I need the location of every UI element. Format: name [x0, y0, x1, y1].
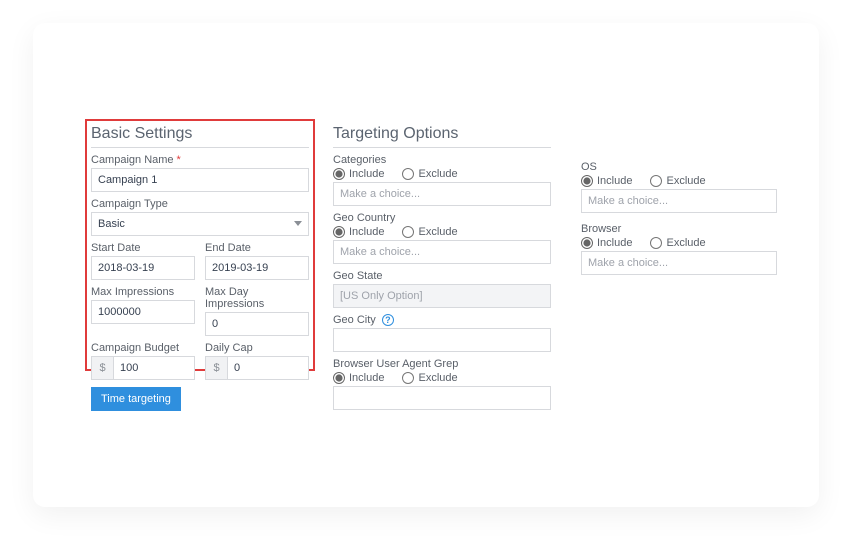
browser-ua-exclude-radio[interactable]: Exclude	[402, 372, 457, 384]
browser-label: Browser	[581, 223, 777, 235]
campaign-type-select[interactable]: Basic	[91, 212, 309, 236]
os-mode-radio-group: Include Exclude	[581, 175, 777, 187]
campaign-budget-input[interactable]	[113, 356, 195, 380]
campaign-budget-label: Campaign Budget	[91, 342, 195, 354]
geo-country-label: Geo Country	[333, 212, 551, 224]
browser-include-radio[interactable]: Include	[581, 237, 632, 249]
categories-mode-radio-group: Include Exclude	[333, 168, 551, 180]
targeting-options-section: Targeting Options Categories Include Exc…	[333, 123, 551, 410]
max-day-impressions-input[interactable]	[205, 312, 309, 336]
geo-city-label: Geo City ?	[333, 314, 551, 326]
os-input[interactable]: Make a choice...	[581, 189, 777, 213]
max-day-impressions-label: Max Day Impressions	[205, 286, 309, 310]
browser-mode-radio-group: Include Exclude	[581, 237, 777, 249]
browser-exclude-radio[interactable]: Exclude	[650, 237, 705, 249]
right-column: OS Include Exclude Make a choice... Brow…	[581, 155, 777, 275]
os-label: OS	[581, 161, 777, 173]
end-date-input[interactable]	[205, 256, 309, 280]
categories-exclude-radio[interactable]: Exclude	[402, 168, 457, 180]
os-include-radio[interactable]: Include	[581, 175, 632, 187]
browser-ua-mode-radio-group: Include Exclude	[333, 372, 551, 384]
currency-prefix: $	[91, 356, 113, 380]
browser-input[interactable]: Make a choice...	[581, 251, 777, 275]
campaign-type-label: Campaign Type	[91, 198, 309, 210]
browser-ua-input[interactable]	[333, 386, 551, 410]
campaign-name-input[interactable]	[91, 168, 309, 192]
basic-settings-title: Basic Settings	[91, 123, 309, 148]
campaign-name-label: Campaign Name*	[91, 154, 309, 166]
daily-cap-input[interactable]	[227, 356, 309, 380]
targeting-options-title: Targeting Options	[333, 123, 551, 148]
categories-include-radio[interactable]: Include	[333, 168, 384, 180]
categories-label: Categories	[333, 154, 551, 166]
basic-settings-section: Basic Settings Campaign Name* Campaign T…	[91, 123, 309, 380]
start-date-input[interactable]	[91, 256, 195, 280]
geo-country-include-radio[interactable]: Include	[333, 226, 384, 238]
campaign-type-select-wrap: Basic	[91, 212, 309, 236]
categories-input[interactable]: Make a choice...	[333, 182, 551, 206]
geo-state-label: Geo State	[333, 270, 551, 282]
end-date-label: End Date	[205, 242, 309, 254]
required-asterisk: *	[177, 154, 181, 166]
browser-ua-include-radio[interactable]: Include	[333, 372, 384, 384]
os-exclude-radio[interactable]: Exclude	[650, 175, 705, 187]
geo-city-input[interactable]	[333, 328, 551, 352]
start-date-label: Start Date	[91, 242, 195, 254]
max-impressions-label: Max Impressions	[91, 286, 195, 298]
geo-country-input[interactable]: Make a choice...	[333, 240, 551, 264]
geo-country-mode-radio-group: Include Exclude	[333, 226, 551, 238]
max-impressions-input[interactable]	[91, 300, 195, 324]
browser-ua-label: Browser User Agent Grep	[333, 358, 551, 370]
help-icon[interactable]: ?	[382, 314, 394, 326]
daily-cap-label: Daily Cap	[205, 342, 309, 354]
currency-prefix-2: $	[205, 356, 227, 380]
time-targeting-button[interactable]: Time targeting	[91, 387, 181, 411]
geo-country-exclude-radio[interactable]: Exclude	[402, 226, 457, 238]
geo-state-input: [US Only Option]	[333, 284, 551, 308]
